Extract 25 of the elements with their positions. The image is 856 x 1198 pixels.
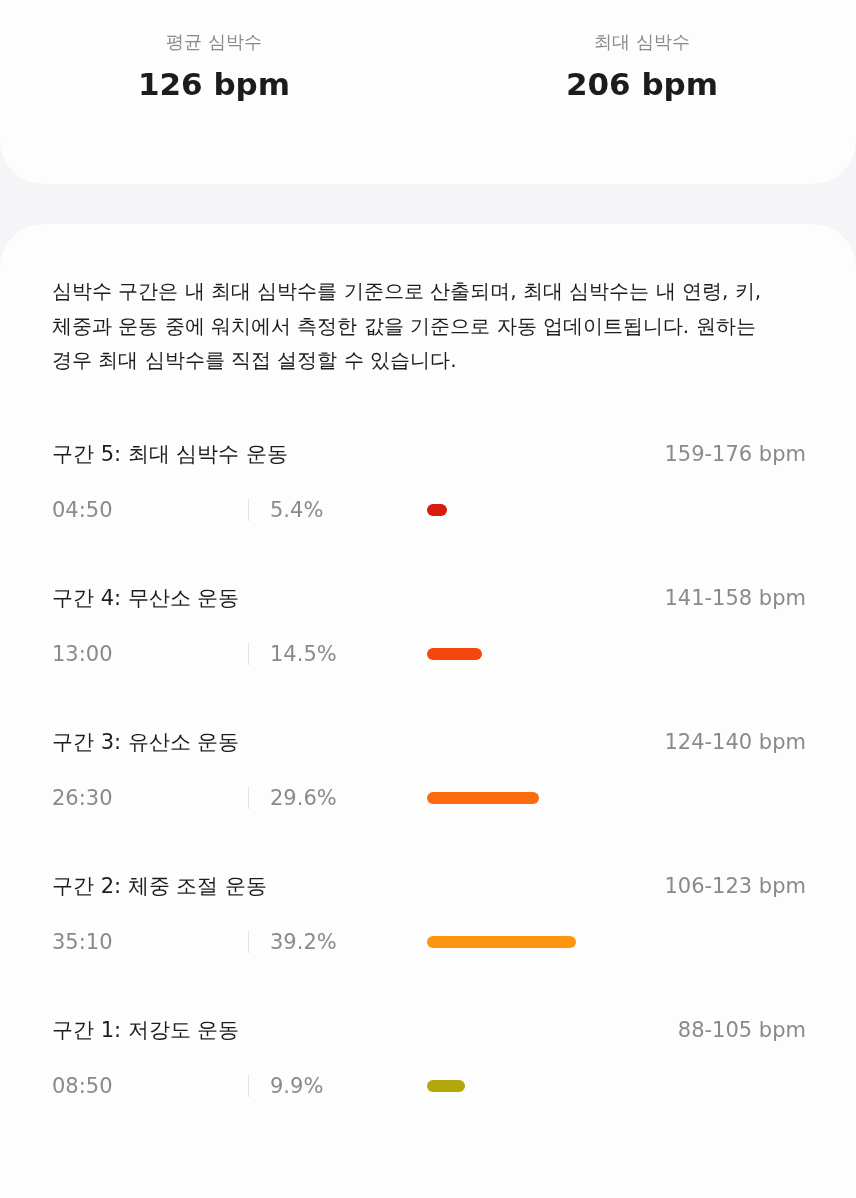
stat-value: 206 bpm (565, 66, 719, 102)
zone-time: 08:50 (52, 1073, 114, 1098)
zone-percent: 14.5% (270, 641, 338, 666)
zone-range: 88-105 bpm (677, 1017, 806, 1042)
zone-name: 구간 1: 저강도 운동 (52, 1016, 240, 1044)
zone-name: 구간 2: 체중 조절 운동 (52, 872, 268, 900)
zone-range: 159-176 bpm (664, 441, 806, 466)
zone-time: 35:10 (52, 929, 114, 954)
stat-label: 최대 심박수 (594, 30, 690, 54)
zone-time: 04:50 (52, 497, 114, 522)
zone-range: 106-123 bpm (664, 873, 806, 898)
zone-percent: 9.9% (270, 1073, 325, 1098)
zone-name: 구간 3: 유산소 운동 (52, 728, 240, 756)
description-text: 심박수 구간은 내 최대 심박수를 기준으로 산출되며, 최대 심박수는 내 연령, 키, 체중과 운동 중에 워치에서 측정한 값을 기준으로 자동 업데이트됩니다. 원하는 경우 최대 심박수를 직접 설정할 수 있습니다. (52, 278, 762, 374)
zone-percent: 39.2% (270, 929, 338, 954)
zone-range: 124-140 bpm (664, 729, 806, 754)
zone-name: 구간 4: 무산소 운동 (52, 584, 240, 612)
zone-time: 13:00 (52, 641, 114, 666)
zone-name: 구간 5: 최대 심박수 운동 (52, 440, 289, 468)
zone-time: 26:30 (52, 785, 114, 810)
zone-percent: 29.6% (270, 785, 338, 810)
zone-range: 141-158 bpm (664, 585, 806, 610)
stat-label: 평균 심박수 (166, 30, 262, 54)
zone-percent: 5.4% (270, 497, 325, 522)
stat-value: 126 bpm (137, 66, 291, 102)
